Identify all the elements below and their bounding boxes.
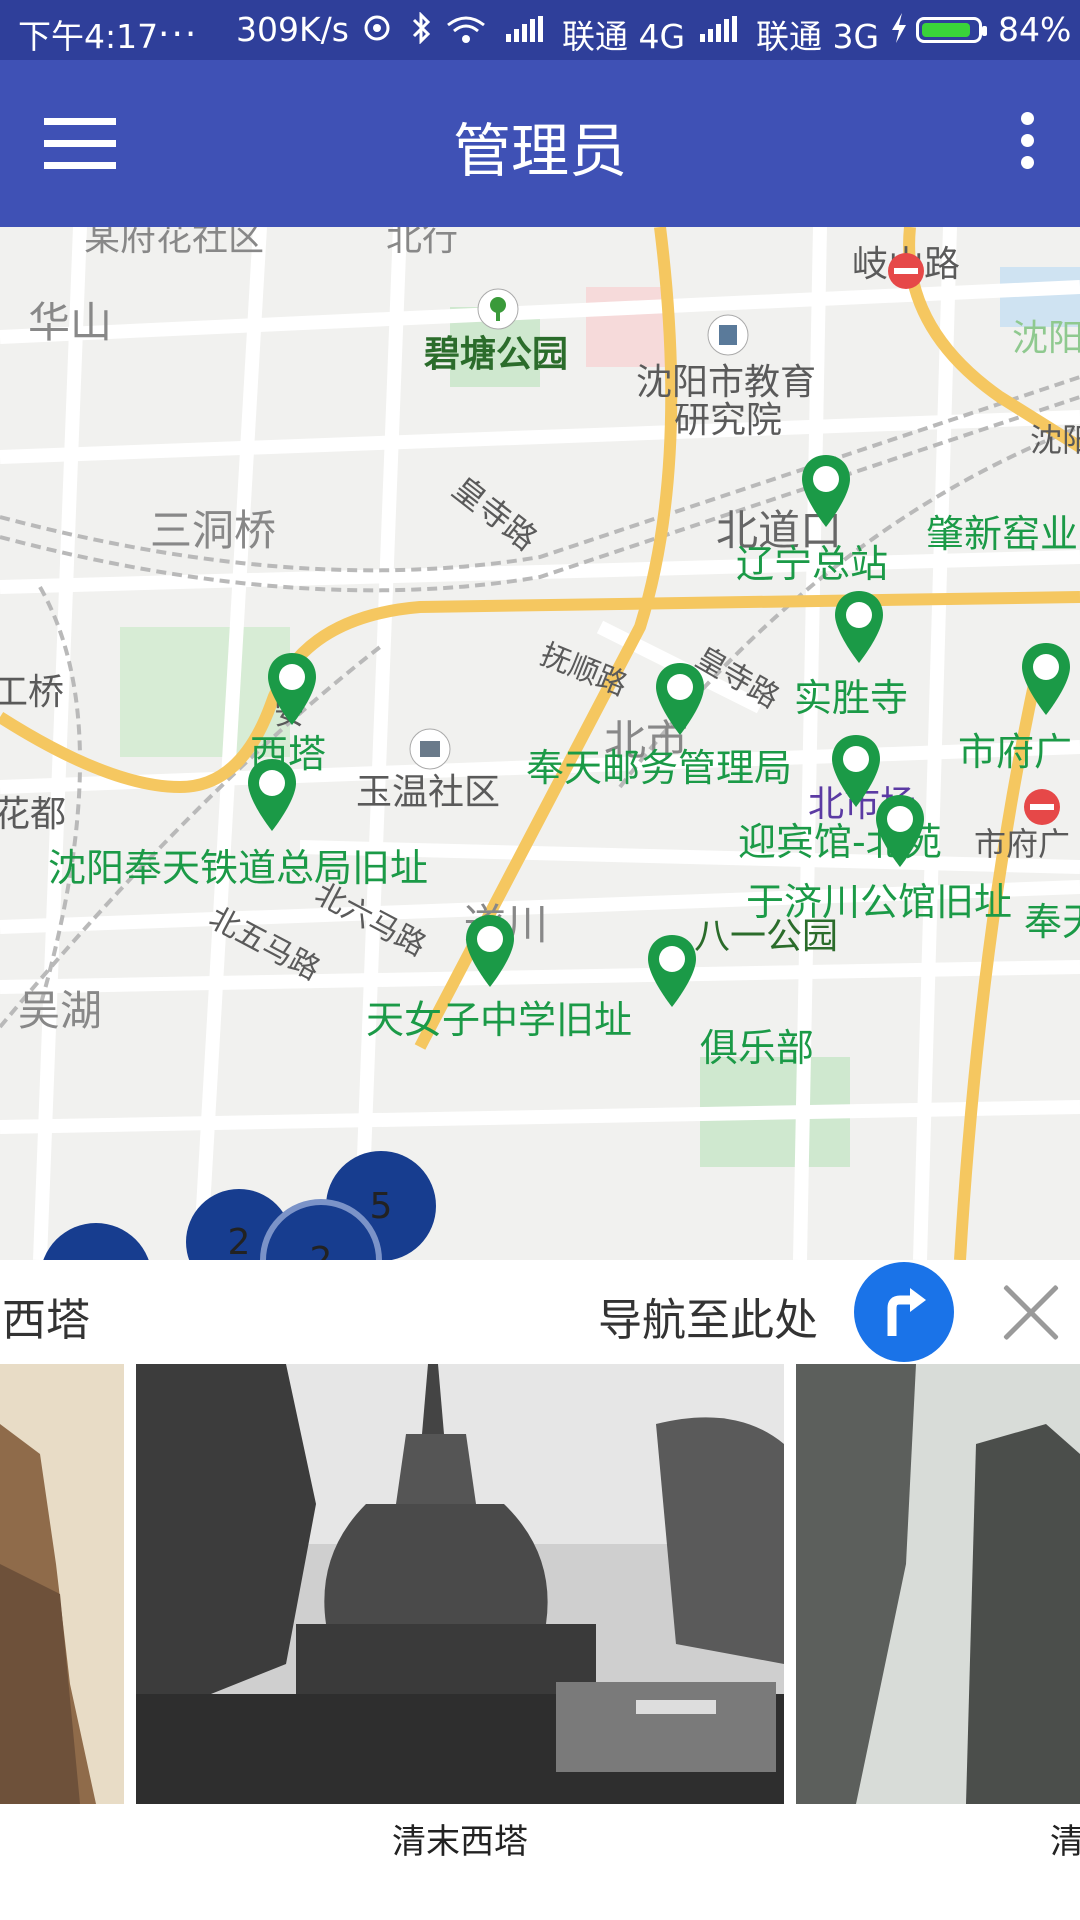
turn-right-arrow-icon: [887, 1288, 926, 1336]
map-pin-icon[interactable]: [1020, 641, 1072, 717]
map-label: 俱乐部: [700, 1026, 815, 1070]
navigate-label[interactable]: 导航至此处: [598, 1284, 818, 1348]
map-label: 花都: [0, 794, 67, 835]
photo-gallery[interactable]: 清末西塔 清: [0, 1364, 1080, 1920]
building-icon: [707, 314, 749, 356]
battery-icon: [916, 17, 987, 43]
gallery-photo[interactable]: [796, 1364, 1080, 1804]
status-time: 下午4:17: [18, 17, 159, 56]
park-icon: [477, 288, 519, 330]
map-label: 华山: [28, 298, 113, 347]
map-label: 沈阳奉天铁道总局旧址: [48, 846, 429, 890]
map-pin-icon[interactable]: [874, 793, 926, 869]
network-speed: 309K/s: [236, 10, 349, 49]
wifi-icon: [446, 14, 486, 53]
map-pin-icon[interactable]: [464, 913, 516, 989]
more-vert-icon[interactable]: [1014, 112, 1042, 172]
map-view[interactable]: 某府花社区 北行 岐山路 华山 碧塘公园 沈阳市教育 研究院 沈阳 沈阳 皇寺路…: [0, 227, 1080, 1260]
map-label: 北行: [386, 227, 459, 259]
photo-caption: 清末西塔: [392, 1822, 528, 1862]
map-label: 研究院: [674, 400, 783, 441]
map-label: 八一公园: [694, 916, 839, 957]
map-label: 沈阳: [1012, 318, 1080, 359]
map-label: 辽宁总站: [736, 542, 889, 586]
map-label: 工桥: [0, 672, 65, 713]
map-label: 奉天: [1024, 900, 1080, 944]
carrier-2: 联通 3G: [756, 17, 880, 56]
gallery-photo[interactable]: [0, 1364, 124, 1804]
photo-caption: 清: [1050, 1822, 1080, 1862]
map-label: 奉天邮务管理局: [526, 746, 793, 790]
map-label: 肇新窑业: [926, 512, 1079, 556]
map-pin-icon[interactable]: [833, 589, 885, 665]
page-title: 管理员: [452, 117, 627, 185]
status-bar: 下午4:17 ... 309K/s 联通 4G 联通 3G 84%: [0, 0, 1080, 60]
hotspot-icon: [362, 12, 392, 51]
map-label: 吴湖: [18, 986, 103, 1035]
map-pin-icon[interactable]: [246, 757, 298, 833]
poi-name: 西塔: [2, 1295, 90, 1346]
metro-station-icon: [888, 253, 924, 289]
close-icon[interactable]: [1000, 1282, 1062, 1344]
map-pin-icon[interactable]: [800, 453, 852, 529]
app-bar: 管理员: [0, 60, 1080, 227]
charging-icon: [890, 12, 908, 52]
residential-icon: [409, 728, 451, 770]
map-label: 三洞桥: [150, 506, 277, 555]
status-dots: ...: [158, 4, 199, 45]
gallery-photo[interactable]: [136, 1364, 784, 1804]
signal-icon: [506, 16, 543, 42]
map-pin-icon[interactable]: [654, 661, 706, 737]
map-label: 碧塘公园: [424, 334, 569, 375]
bluetooth-icon: [410, 11, 432, 52]
carrier-1: 联通 4G: [562, 17, 686, 56]
map-label: 沈阳: [1030, 421, 1080, 459]
metro-station-icon: [1024, 789, 1060, 825]
map-pin-icon[interactable]: [266, 651, 318, 727]
poi-info-bar: 西塔 导航至此处: [0, 1260, 1080, 1364]
map-label: 实胜寺: [794, 676, 909, 720]
map-label: 某府花社区: [84, 227, 265, 259]
battery-percent: 84%: [998, 10, 1072, 49]
signal-icon: [700, 16, 737, 42]
navigate-button[interactable]: [854, 1262, 954, 1362]
map-label: 市府广: [958, 730, 1073, 774]
map-pin-icon[interactable]: [646, 933, 698, 1009]
map-label: 天女子中学旧址: [366, 998, 633, 1042]
